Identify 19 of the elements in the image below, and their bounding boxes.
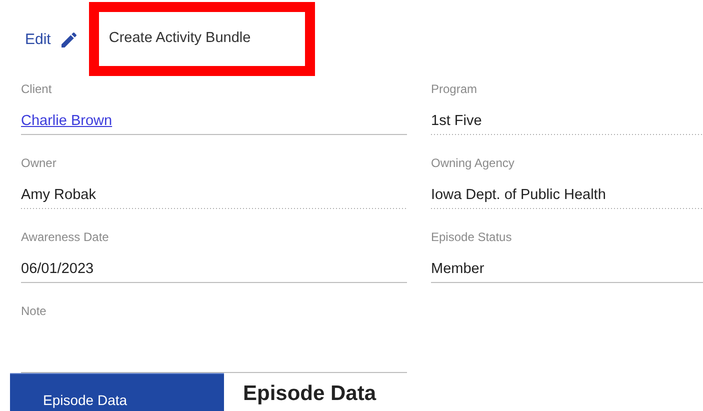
field-label: Episode Status bbox=[431, 230, 512, 244]
field-value[interactable]: 06/01/2023 bbox=[21, 259, 407, 282]
section-heading: Episode Data bbox=[243, 381, 376, 407]
field-label: Awareness Date bbox=[21, 230, 109, 244]
field-value: Amy Robak bbox=[21, 186, 97, 205]
edit-button[interactable]: Edit bbox=[25, 28, 79, 52]
field-value[interactable]: Charlie Brown bbox=[21, 111, 407, 134]
field-label: Owning Agency bbox=[431, 156, 514, 170]
field-value[interactable]: Member bbox=[431, 259, 703, 282]
field-label: Note bbox=[21, 304, 46, 318]
client-link[interactable]: Charlie Brown bbox=[21, 111, 112, 133]
episode-data-tab[interactable]: Episode Data bbox=[10, 373, 224, 411]
create-bundle-button[interactable]: Create Activity Bundle bbox=[88, 2, 315, 76]
field-value: Iowa Dept. of Public Health bbox=[431, 186, 607, 205]
field-label: Program bbox=[431, 82, 478, 96]
field-label: Client bbox=[21, 82, 52, 96]
field-label: Owner bbox=[21, 156, 56, 170]
field-value: 1st Five bbox=[431, 112, 483, 131]
pencil-icon bbox=[58, 30, 79, 50]
